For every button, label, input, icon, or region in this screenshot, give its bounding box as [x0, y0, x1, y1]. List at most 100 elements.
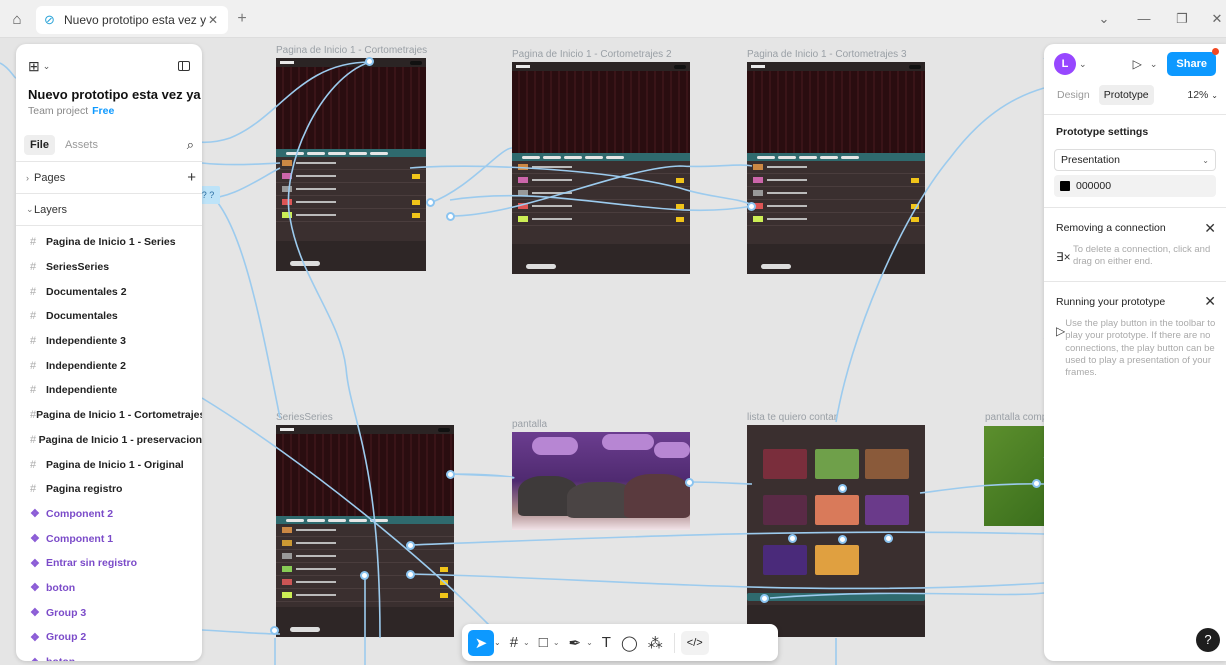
connection-handle[interactable] [788, 534, 797, 543]
layer-item[interactable]: ❖ Group 2 [16, 625, 202, 650]
window-close-icon[interactable]: ✕ [1206, 9, 1226, 29]
layer-item[interactable]: ❖ Component 2 [16, 502, 202, 527]
connection-handle[interactable] [685, 478, 694, 487]
connection-handle[interactable] [406, 570, 415, 579]
file-tab[interactable]: ⊘ Nuevo prototipo esta vez ya defi ✕ [36, 6, 228, 34]
layer-item[interactable]: ❖ Entrar sin registro [16, 551, 202, 576]
connection-handle[interactable] [446, 212, 455, 221]
rectangle-tool-icon[interactable]: □ [534, 630, 553, 656]
project-title[interactable]: Nuevo prototipo esta vez ya ...⌄ [16, 80, 202, 102]
component-icon: ❖ [30, 631, 40, 644]
close-icon[interactable]: ✕ [1204, 293, 1216, 310]
layer-name: boton [46, 581, 76, 594]
toolbar-divider [673, 632, 675, 653]
tabs-dropdown-icon[interactable]: ⌄ [1093, 9, 1115, 29]
chevron-down-icon[interactable]: ⌄ [523, 638, 530, 647]
minimize-icon[interactable]: — [1133, 9, 1155, 29]
connection-handle[interactable] [838, 484, 847, 493]
actions-tool-icon[interactable]: ⁂ [643, 630, 668, 656]
pages-section[interactable]: › Pages + [16, 162, 202, 193]
tab-close-icon[interactable]: ✕ [206, 13, 220, 27]
layer-item[interactable]: # Pagina de Inicio 1 - Original [16, 452, 202, 477]
layer-item[interactable]: # Documentales 2 [16, 279, 202, 304]
close-icon[interactable]: ✕ [1204, 220, 1216, 237]
layer-name: Documentales 2 [46, 285, 127, 298]
layer-item[interactable]: # Pagina de Inicio 1 - Cortometrajes [16, 403, 202, 428]
layer-name: Entrar sin registro [46, 557, 138, 570]
layer-item[interactable]: # Independiente 2 [16, 353, 202, 378]
chevron-down-icon[interactable]: ⌄ [553, 638, 560, 647]
toggle-sidebar-icon[interactable] [178, 61, 190, 71]
connection-handle[interactable] [1032, 479, 1041, 488]
share-button[interactable]: Share [1167, 48, 1219, 76]
chevron-down-icon[interactable]: ⌄ [1079, 59, 1087, 70]
text-tool-icon[interactable]: T [597, 630, 616, 656]
layer-item[interactable]: # Independiente 3 [16, 329, 202, 354]
connection-handle[interactable] [365, 57, 374, 66]
component-icon: ❖ [30, 582, 40, 595]
frame-icon: # [30, 384, 37, 397]
move-tool-icon[interactable]: ➤ [468, 629, 494, 656]
comment-tool-icon[interactable]: ◯ [616, 630, 643, 656]
component-icon: ❖ [30, 607, 40, 620]
zoom-level[interactable]: 12% ⌄ [1187, 89, 1218, 101]
tab-assets[interactable]: Assets [59, 135, 104, 155]
layer-name: Pagina de Inicio 1 - Series [46, 236, 176, 249]
play-icon[interactable]: ▷ [1133, 57, 1142, 71]
color-swatch[interactable] [1060, 181, 1070, 191]
layer-item[interactable]: # Pagina de Inicio 1 - Series [16, 230, 202, 255]
connection-handle[interactable] [838, 535, 847, 544]
layer-item[interactable]: ❖ Group 3 [16, 600, 202, 625]
chevron-down-icon: ⌄ [26, 204, 34, 214]
frame-icon: # [30, 433, 37, 446]
layer-name: Group 2 [46, 631, 87, 644]
tab-design[interactable]: Design [1052, 85, 1095, 105]
layer-item[interactable]: # SeriesSeries [16, 255, 202, 280]
layer-name: Component 2 [46, 507, 114, 520]
connection-handle[interactable] [406, 541, 415, 550]
layer-item[interactable]: ❖ Component 1 [16, 526, 202, 551]
layer-name: Independiente [46, 384, 118, 397]
layer-item[interactable]: # Pagina de Inicio 1 - preservacion [16, 428, 202, 453]
frame-icon: # [30, 261, 37, 274]
search-icon[interactable]: ⌕ [187, 137, 194, 153]
color-hex[interactable]: 000000 [1076, 180, 1111, 192]
chevron-down-icon[interactable]: ⌄ [1150, 59, 1158, 70]
frame-tool-icon[interactable]: # [505, 630, 523, 656]
layer-name: Component 1 [46, 532, 114, 545]
tab-prototype[interactable]: Prototype [1098, 85, 1154, 105]
chevron-down-icon[interactable]: ⌄ [43, 61, 51, 72]
pen-tool-icon[interactable]: ✒ [564, 630, 587, 656]
connection-handle[interactable] [747, 202, 756, 211]
layer-item[interactable]: ❖ boton [16, 576, 202, 601]
restore-icon[interactable]: ❐ [1171, 9, 1193, 29]
new-tab-icon[interactable]: + [232, 9, 252, 29]
play-icon: ▷ [1056, 323, 1066, 338]
connection-handle[interactable] [270, 626, 279, 635]
connection-handle[interactable] [446, 470, 455, 479]
add-page-icon[interactable]: + [187, 169, 196, 186]
layer-item[interactable]: ❖boton [16, 650, 202, 661]
avatar[interactable]: L [1054, 53, 1076, 75]
frame-icon: # [30, 310, 37, 323]
connection-handle[interactable] [760, 594, 769, 603]
tab-file[interactable]: File [24, 135, 55, 155]
background-color-field[interactable]: 000000 [1054, 175, 1216, 197]
main-menu-icon[interactable]: ⊞ [28, 58, 40, 75]
plan-badge[interactable]: Free [92, 105, 114, 117]
connection-handle[interactable] [426, 198, 435, 207]
layer-item[interactable]: # Documentales [16, 304, 202, 329]
remove-connection-icon: ∃× [1056, 250, 1071, 264]
home-icon[interactable]: ⌂ [6, 9, 28, 31]
chevron-down-icon[interactable]: ⌄ [494, 638, 501, 647]
layer-item[interactable]: # Independiente [16, 378, 202, 403]
help-button[interactable]: ? [1196, 628, 1220, 652]
device-select[interactable]: Presentation ⌄ [1054, 149, 1216, 171]
device-value: Presentation [1061, 154, 1120, 166]
connection-handle[interactable] [884, 534, 893, 543]
dev-mode-toggle[interactable]: </> [680, 630, 709, 655]
layer-item[interactable]: # Pagina registro [16, 477, 202, 502]
chevron-down-icon[interactable]: ⌄ [586, 638, 593, 647]
layers-section[interactable]: ⌄ Layers [16, 194, 202, 225]
connection-handle[interactable] [360, 571, 369, 580]
